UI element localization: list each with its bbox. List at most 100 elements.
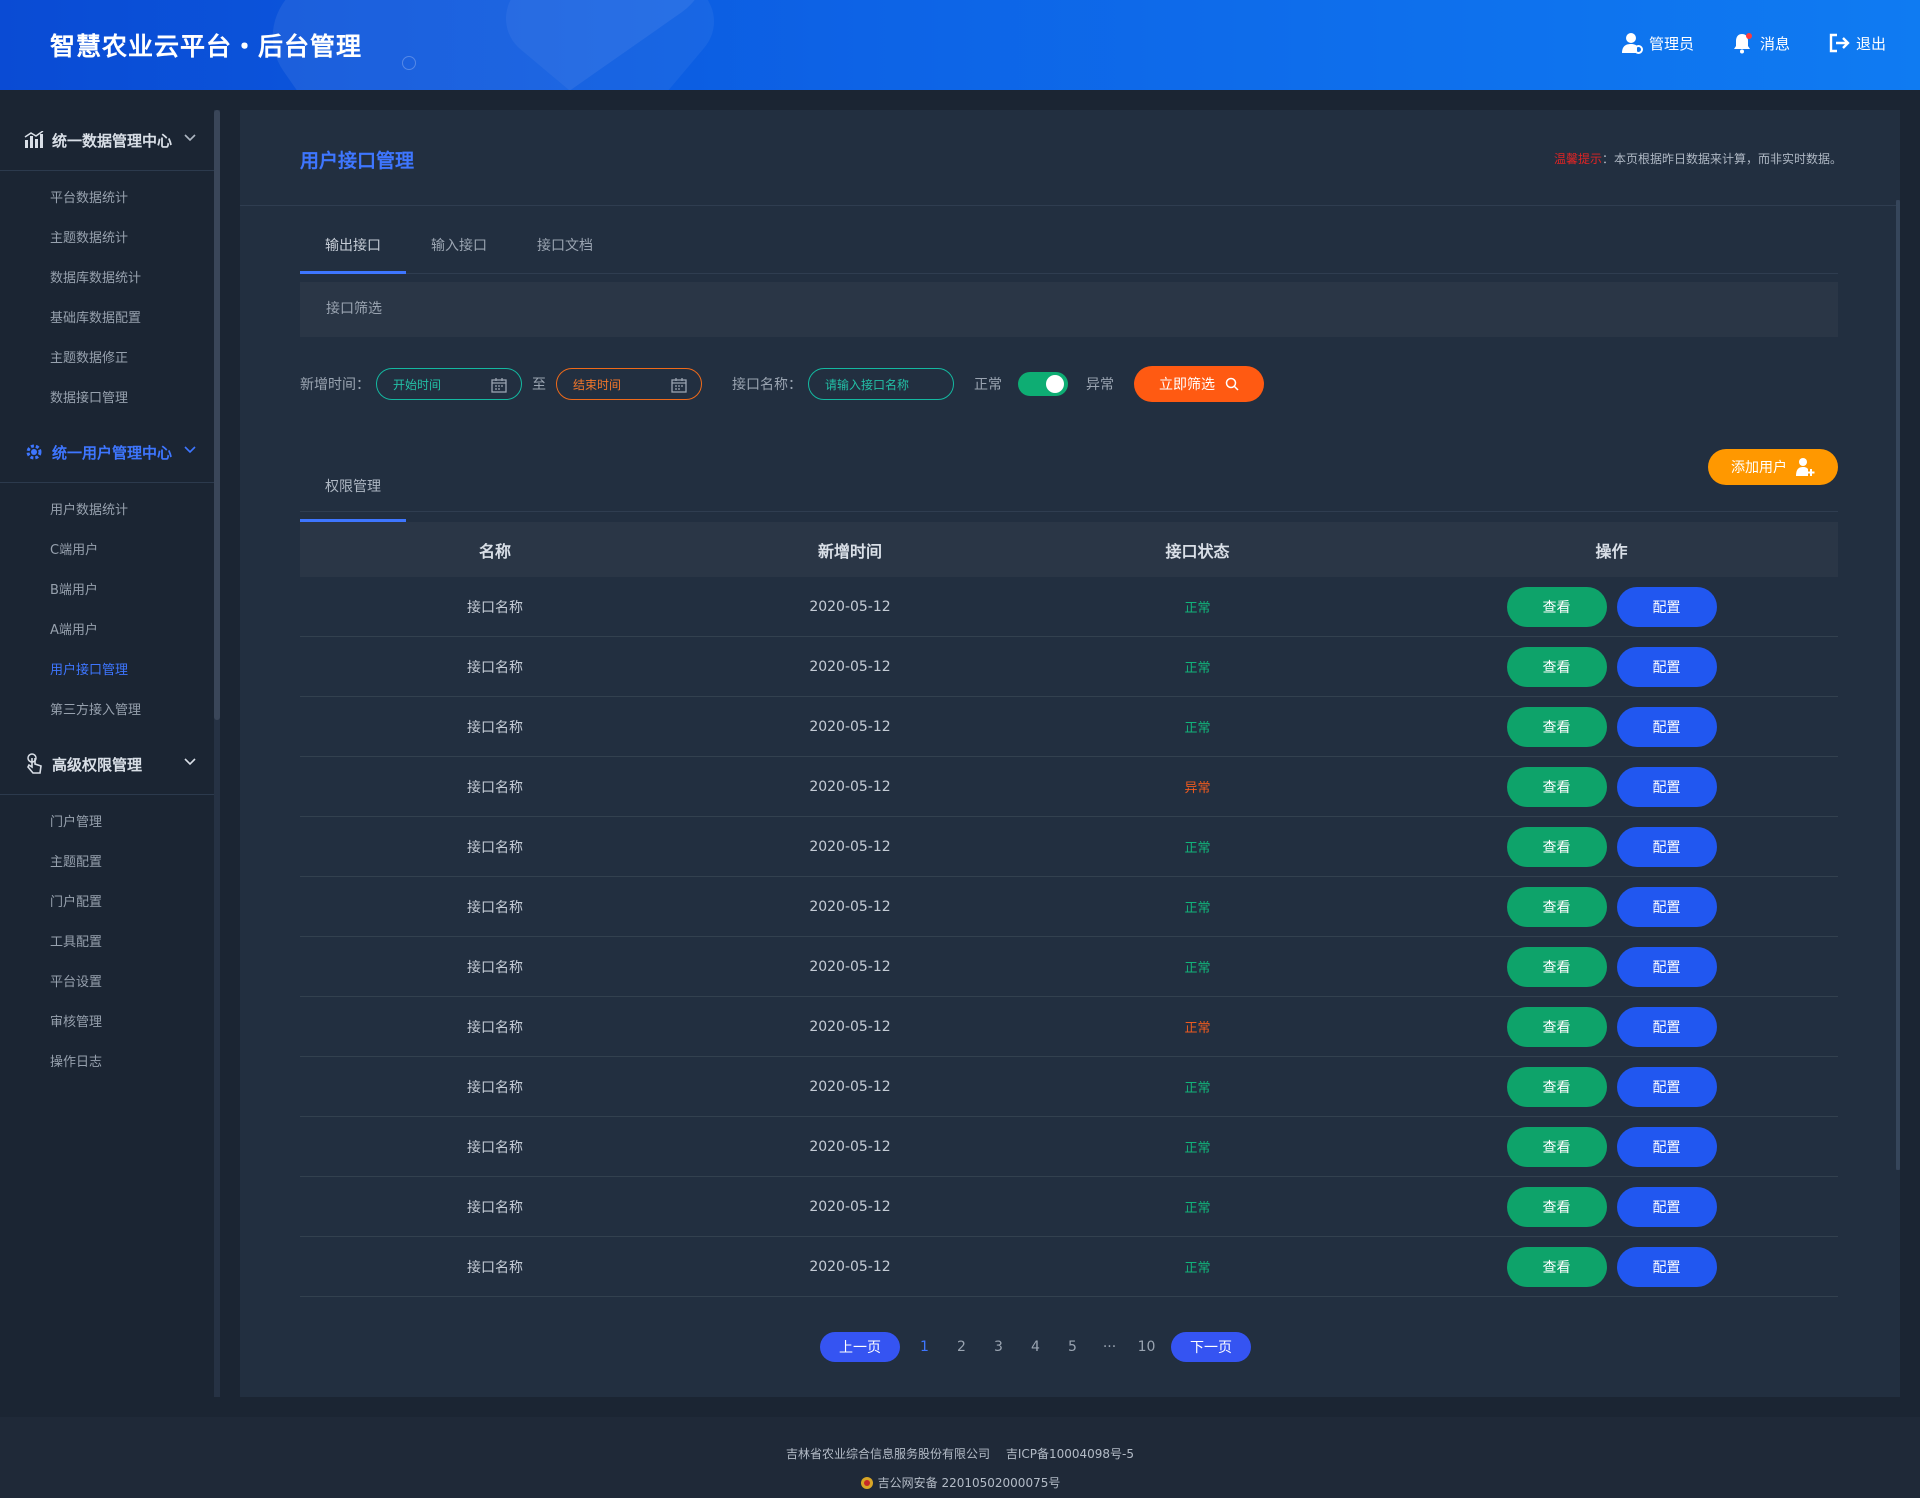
view-button[interactable]: 查看 [1506,706,1607,747]
config-button[interactable]: 配置 [1616,1066,1717,1107]
messages-link[interactable]: 消息 [1732,32,1790,54]
sidebar-item-data-api[interactable]: 数据接口管理 [0,379,214,419]
end-date-input[interactable]: 结束时间 [556,368,702,400]
col-header-date[interactable]: 新增时间 [690,538,1010,562]
sidebar-group-title: 统一用户管理中心 [52,443,173,462]
table-row: 接口名称 2020-05-12 正常 查看 配置 [300,937,1838,997]
config-button[interactable]: 配置 [1616,886,1717,927]
cell-date: 2020-05-12 [809,838,891,855]
next-page-button[interactable]: 下一页 [1171,1332,1251,1362]
tab-docs[interactable]: 接口文档 [512,220,618,273]
sidebar-group-header-permission[interactable]: 高级权限管理 [0,734,214,795]
view-button[interactable]: 查看 [1506,1186,1607,1227]
sidebar-item-portal[interactable]: 门户管理 [0,803,214,843]
config-button[interactable]: 配置 [1616,1126,1717,1167]
sidebar-item-c-user[interactable]: C端用户 [0,531,214,571]
view-button[interactable]: 查看 [1506,766,1607,807]
footer-police[interactable]: 吉公网安备 22010502000075号 [878,1474,1061,1491]
cell-actions: 查看 配置 [1385,946,1838,987]
status-text: 正常 [1184,901,1211,916]
sidebar-item-platform-stats[interactable]: 平台数据统计 [0,179,214,219]
page-number[interactable]: 10 [1128,1339,1165,1355]
admin-icon [1621,33,1643,54]
config-button[interactable]: 配置 [1616,1186,1717,1227]
logout-link[interactable]: 退出 [1828,32,1886,54]
sidebar-item-theme-fix[interactable]: 主题数据修正 [0,339,214,379]
sidebar-scrollbar-thumb[interactable] [214,110,220,720]
col-header-status[interactable]: 接口状态 [1010,538,1385,562]
sidebar-item-theme-stats[interactable]: 主题数据统计 [0,219,214,259]
sidebar-item-tool-config[interactable]: 工具配置 [0,923,214,963]
filter-submit-button[interactable]: 立即筛选 [1134,366,1264,402]
sidebar-item-b-user[interactable]: B端用户 [0,571,214,611]
status-toggle[interactable] [1018,372,1068,396]
table-row: 接口名称 2020-05-12 正常 查看 配置 [300,877,1838,937]
config-button[interactable]: 配置 [1616,766,1717,807]
view-button[interactable]: 查看 [1506,1066,1607,1107]
page-title: 用户接口管理 [300,150,415,172]
view-button[interactable]: 查看 [1506,586,1607,627]
add-user-button[interactable]: 添加用户 [1708,449,1838,485]
cell-actions: 查看 配置 [1385,886,1838,927]
table-row: 接口名称 2020-05-12 正常 查看 配置 [300,637,1838,697]
filter-submit-label: 立即筛选 [1159,377,1215,393]
start-date-input[interactable]: 开始时间 [376,368,522,400]
sidebar-item-a-user[interactable]: A端用户 [0,611,214,651]
config-button[interactable]: 配置 [1616,1006,1717,1047]
footer-icp[interactable]: 吉ICP备10004098号-5 [1006,1447,1134,1461]
page-number[interactable]: 1 [906,1339,943,1355]
chevron-down-icon [184,758,196,766]
admin-link[interactable]: 管理员 [1621,32,1694,54]
status-text: 正常 [1184,1081,1211,1096]
cell-actions: 查看 配置 [1385,1186,1838,1227]
sidebar-item-review[interactable]: 审核管理 [0,1003,214,1043]
filter-row: 新增时间： 开始时间 至 结束时间 接口名称： 请输入接口名称 正常 异常 立即… [300,366,1264,402]
logout-icon [1829,33,1850,53]
cell-name: 接口名称 [467,599,523,616]
config-button[interactable]: 配置 [1616,646,1717,687]
col-header-name[interactable]: 名称 [300,538,690,562]
page-number[interactable]: 2 [943,1339,980,1355]
view-button[interactable]: 查看 [1506,1126,1607,1167]
view-button[interactable]: 查看 [1506,646,1607,687]
page-number[interactable]: 4 [1017,1339,1054,1355]
view-button[interactable]: 查看 [1506,826,1607,867]
sidebar-item-user-api[interactable]: 用户接口管理 [0,651,214,691]
prev-page-button[interactable]: 上一页 [820,1332,900,1362]
sidebar-item-op-log[interactable]: 操作日志 [0,1043,214,1083]
view-button[interactable]: 查看 [1506,946,1607,987]
view-button[interactable]: 查看 [1506,1246,1607,1287]
tab-output[interactable]: 输出接口 [300,220,406,274]
interface-name-input[interactable]: 请输入接口名称 [808,368,954,400]
config-button[interactable]: 配置 [1616,586,1717,627]
main-scrollbar-thumb[interactable] [1896,200,1900,1170]
view-button[interactable]: 查看 [1506,1006,1607,1047]
sidebar-item-third-party[interactable]: 第三方接入管理 [0,691,214,731]
sidebar-item-portal-config[interactable]: 门户配置 [0,883,214,923]
sidebar-group-header-data[interactable]: 统一数据管理中心 [0,110,214,171]
table-row: 接口名称 2020-05-12 正常 查看 配置 [300,697,1838,757]
sidebar-item-base-config[interactable]: 基础库数据配置 [0,299,214,339]
sidebar-item-db-stats[interactable]: 数据库数据统计 [0,259,214,299]
page-number[interactable]: 3 [980,1339,1017,1355]
config-button[interactable]: 配置 [1616,946,1717,987]
cell-status: 异常 [1010,777,1385,796]
filter-section-title: 接口筛选 [300,282,1838,337]
cell-date: 2020-05-12 [809,658,891,675]
config-button[interactable]: 配置 [1616,1246,1717,1287]
sidebar-item-theme-config[interactable]: 主题配置 [0,843,214,883]
cell-date: 2020-05-12 [809,598,891,615]
cell-date: 2020-05-12 [809,1138,891,1155]
sidebar-group-permission: 高级权限管理 门户管理 主题配置 门户配置 工具配置 平台设置 审核管理 操作日… [0,734,214,1083]
view-button[interactable]: 查看 [1506,886,1607,927]
sidebar-item-user-stats[interactable]: 用户数据统计 [0,491,214,531]
tab-permission[interactable]: 权限管理 [300,453,406,522]
cell-actions: 查看 配置 [1385,1246,1838,1287]
sidebar-group-header-user[interactable]: 统一用户管理中心 [0,422,214,483]
status-text: 正常 [1184,1201,1211,1216]
config-button[interactable]: 配置 [1616,826,1717,867]
config-button[interactable]: 配置 [1616,706,1717,747]
sidebar-item-platform-settings[interactable]: 平台设置 [0,963,214,1003]
page-number[interactable]: 5 [1054,1339,1091,1355]
tab-input[interactable]: 输入接口 [406,220,512,273]
